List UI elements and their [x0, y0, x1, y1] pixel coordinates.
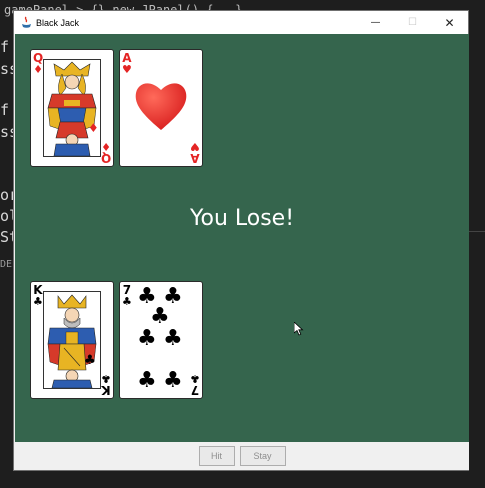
heart-icon: ♥ [190, 140, 200, 153]
result-message: You Lose! [189, 206, 295, 231]
close-icon: ✕ [444, 15, 455, 30]
card-corner-bottom: A ♥ [190, 140, 200, 165]
club-icon: ♣ [137, 326, 157, 351]
card-corner-top: 7 ♣ [122, 284, 132, 307]
java-app-icon [19, 16, 33, 30]
card-rank: A [190, 151, 200, 165]
stay-button[interactable]: Stay [239, 446, 286, 466]
window-title: Black Jack [36, 17, 80, 28]
button-panel: Hit Stay [15, 442, 469, 470]
card-corner-bottom: Q ♦ [100, 140, 111, 165]
game-table: Q ♦ ♦ Q ♦ A ♥ A ♥ You Lose! K ♣ ♣ K ♣ 7 … [15, 34, 469, 442]
minimize-button[interactable]: — [357, 11, 394, 34]
club-icon: ♣ [137, 368, 157, 393]
dealer-card-ace-of-hearts: A ♥ A ♥ [119, 49, 203, 167]
ide-code-fragment: f [0, 38, 10, 56]
club-icon: ♣ [163, 326, 183, 351]
dealer-card-queen-of-diamonds: Q ♦ ♦ Q ♦ [30, 49, 114, 167]
mouse-pointer-icon [293, 321, 304, 336]
card-corner-top: A ♥ [122, 52, 132, 75]
diamond-icon: ♦ [33, 63, 44, 76]
ide-code-fragment: f [0, 101, 10, 119]
card-corner-top: Q ♦ [33, 52, 43, 75]
queen-face-art: ♦ [43, 59, 101, 157]
club-icon: ♣ [190, 372, 200, 385]
card-corner-bottom: K ♣ [101, 372, 111, 397]
minimize-icon: — [370, 17, 381, 28]
club-icon: ♣ [33, 295, 43, 308]
diamond-icon: ♦ [100, 140, 111, 153]
ide-divider [468, 231, 485, 232]
maximize-icon: ☐ [408, 17, 417, 28]
svg-text:♣: ♣ [84, 353, 96, 368]
card-rank: Q [100, 151, 111, 165]
player-card-seven-of-clubs: 7 ♣ ♣ ♣ ♣ ♣ ♣ ♣ ♣ 7 ♣ [119, 281, 203, 399]
club-icon: ♣ [122, 295, 132, 308]
maximize-button[interactable]: ☐ [394, 11, 431, 34]
close-button[interactable]: ✕ [431, 11, 468, 34]
club-icon: ♣ [101, 372, 111, 385]
club-icon: ♣ [150, 304, 170, 329]
card-rank: 7 [190, 383, 200, 397]
heart-icon [132, 76, 190, 138]
card-corner-top: K ♣ [33, 284, 43, 307]
window-titlebar[interactable]: Black Jack — ☐ ✕ [14, 11, 468, 34]
svg-text:♦: ♦ [88, 121, 99, 135]
blackjack-window: Black Jack — ☐ ✕ Q ♦ ♦ Q ♦ A ♥ A ♥ You L… [13, 10, 469, 471]
king-face-art: ♣ [43, 291, 101, 389]
card-rank: K [101, 383, 111, 397]
window-controls: — ☐ ✕ [357, 11, 468, 34]
hit-button[interactable]: Hit [198, 446, 235, 466]
heart-icon: ♥ [122, 63, 132, 76]
card-corner-bottom: 7 ♣ [190, 372, 200, 397]
player-card-king-of-clubs: K ♣ ♣ K ♣ [30, 281, 114, 399]
club-icon: ♣ [163, 368, 183, 393]
